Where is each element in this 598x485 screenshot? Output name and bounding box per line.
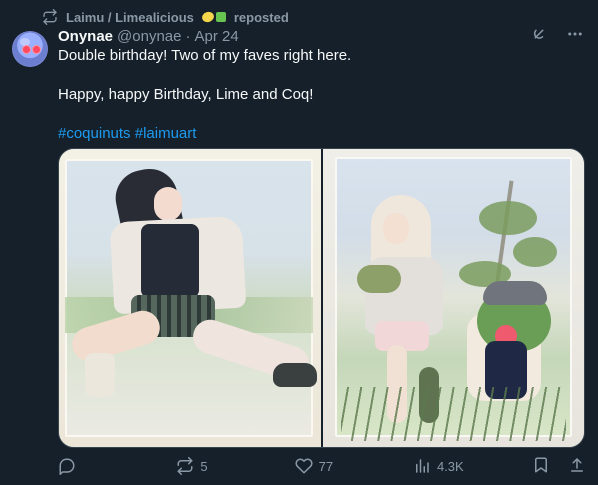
tweet-text: Double birthday! Two of my faves right h… bbox=[58, 46, 578, 163]
repost-emoji bbox=[200, 10, 226, 24]
avatar-eye-left bbox=[22, 45, 31, 54]
views-count: 4.3K bbox=[436, 458, 464, 474]
bookmark-button[interactable] bbox=[532, 456, 550, 477]
tweet-line-2: Happy, happy Birthday, Lime and Coq! bbox=[58, 86, 314, 103]
green-square-icon bbox=[215, 12, 226, 22]
lemon-icon bbox=[200, 10, 216, 24]
tweet-header: Onynae @onynae · Apr 24 bbox=[58, 27, 239, 47]
left-character-face bbox=[154, 187, 182, 221]
repost-suffix: reposted bbox=[233, 9, 289, 25]
retweet-button[interactable]: 5 bbox=[176, 457, 226, 475]
like-count: 77 bbox=[318, 458, 334, 474]
separator-dot: · bbox=[185, 28, 191, 45]
share-button[interactable] bbox=[568, 456, 586, 477]
avatar-eye-right bbox=[32, 45, 41, 54]
grok-icon[interactable] bbox=[530, 25, 548, 43]
frog-cap bbox=[483, 281, 547, 305]
reply-button[interactable] bbox=[58, 457, 108, 475]
author-name[interactable]: Onynae bbox=[58, 27, 113, 47]
media-grid[interactable] bbox=[58, 148, 585, 448]
tweet-date[interactable]: Apr 24 bbox=[194, 27, 238, 47]
foreground-grass bbox=[341, 387, 566, 441]
repost-banner: Laimu / Limealicious reposted bbox=[42, 8, 289, 26]
retweet-count: 5 bbox=[200, 458, 208, 474]
tweet-card[interactable]: Laimu / Limealicious reposted Onynae @on… bbox=[0, 0, 598, 485]
left-character-shirt bbox=[141, 224, 199, 298]
tree-leaves bbox=[479, 201, 537, 235]
left-character-shoe bbox=[273, 363, 317, 387]
heart-icon bbox=[295, 457, 313, 475]
retweet-icon bbox=[176, 457, 194, 475]
repost-label: Laimu / Limealicious bbox=[66, 9, 194, 25]
views-button[interactable]: 4.3K bbox=[413, 457, 464, 475]
hashtags-link[interactable]: #coquinuts #laimuart bbox=[58, 124, 578, 144]
secondary-actions bbox=[532, 456, 586, 477]
right-artwork[interactable] bbox=[323, 149, 584, 447]
repost-icon bbox=[42, 9, 58, 25]
analytics-icon bbox=[413, 457, 431, 475]
left-character-sock bbox=[85, 353, 115, 397]
right-character-sleeve bbox=[357, 265, 401, 293]
left-artwork[interactable] bbox=[59, 149, 321, 447]
author-handle[interactable]: @onynae bbox=[117, 27, 181, 47]
more-icon[interactable] bbox=[566, 25, 584, 43]
tree-leaves bbox=[513, 237, 557, 267]
reply-icon bbox=[58, 457, 76, 475]
like-button[interactable]: 77 bbox=[295, 457, 345, 475]
right-character-face bbox=[383, 213, 409, 244]
avatar[interactable] bbox=[12, 31, 48, 67]
tweet-top-actions bbox=[530, 25, 584, 43]
tweet-actions: 5 77 4.3K bbox=[58, 454, 586, 478]
tweet-line-1: Double birthday! Two of my faves right h… bbox=[58, 47, 352, 64]
